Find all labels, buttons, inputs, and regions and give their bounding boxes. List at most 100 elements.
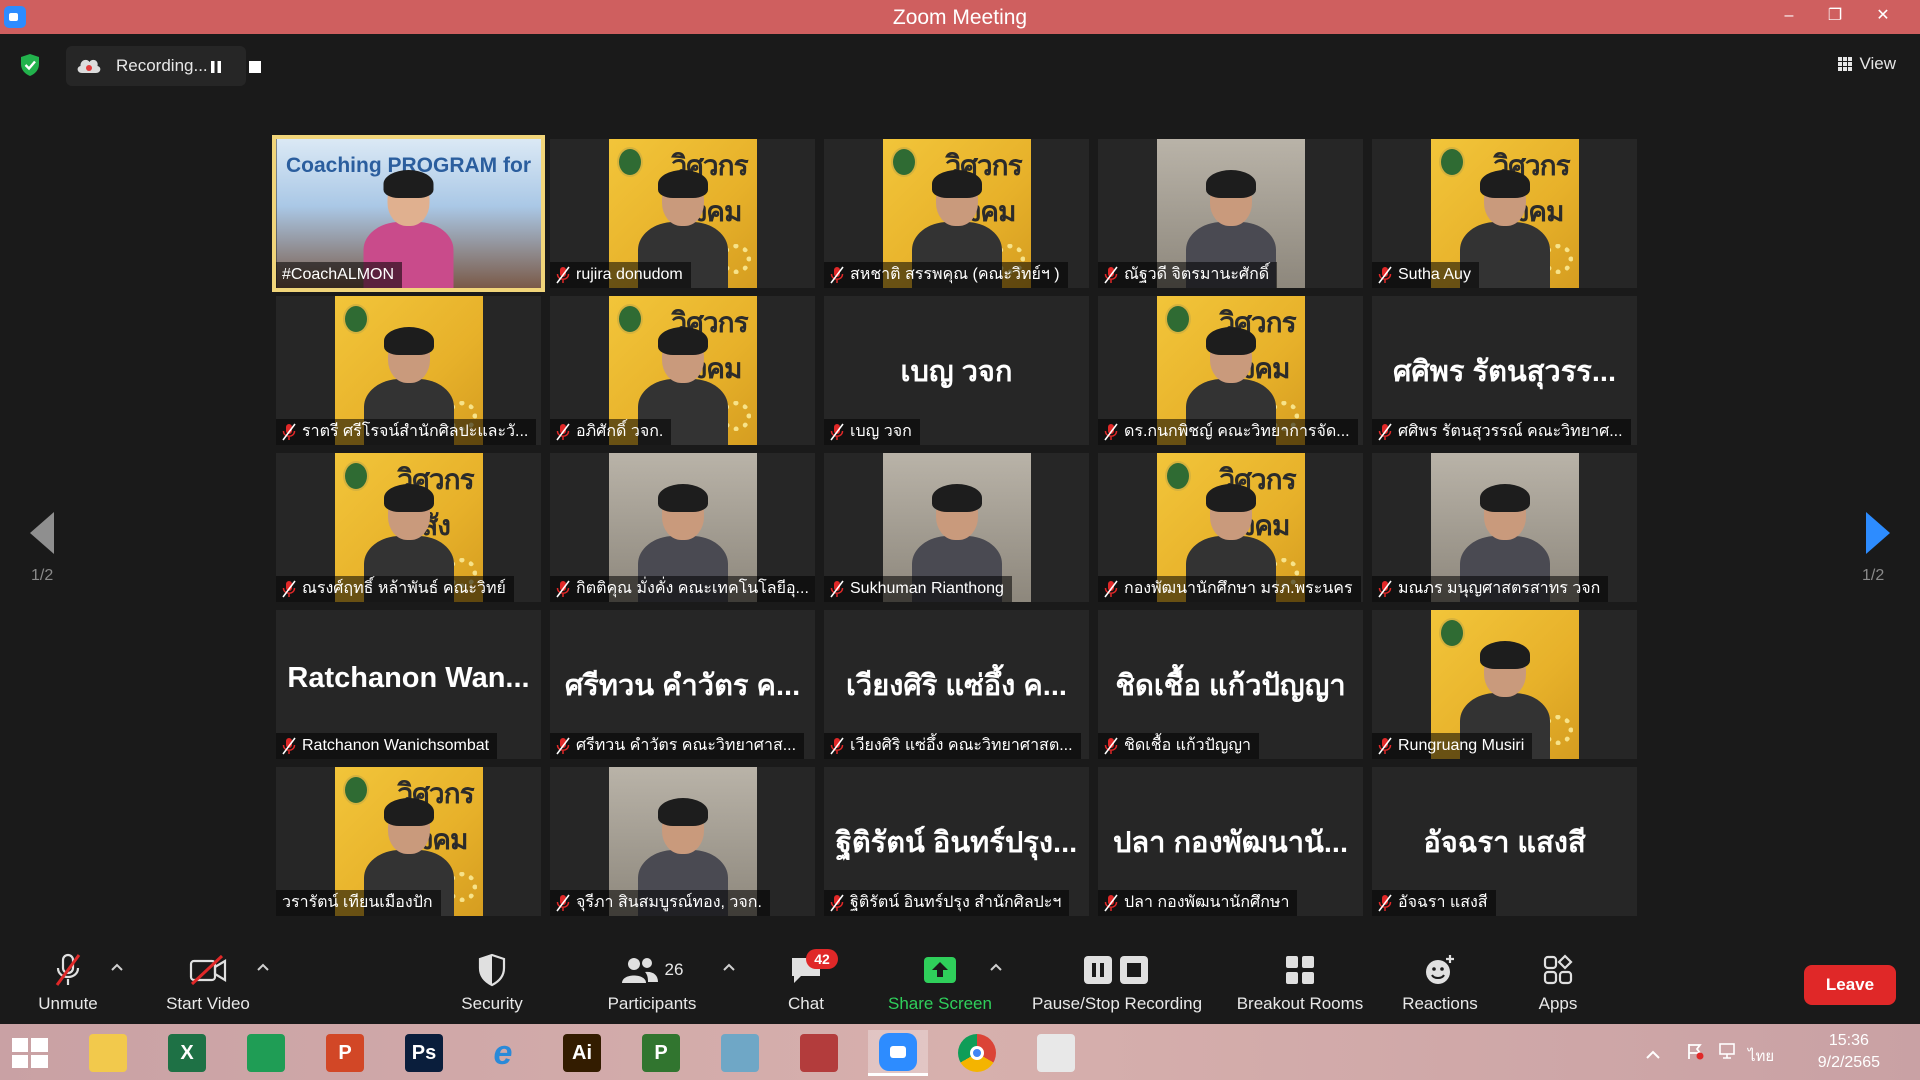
pause-stop-recording-label: Pause/Stop Recording bbox=[1031, 994, 1203, 1013]
taskbar-app-excel[interactable]: X bbox=[157, 1030, 217, 1076]
close-button[interactable]: ✕ bbox=[1860, 0, 1906, 34]
participant-tile[interactable]: วิศวกร สังคม ดร.กนกพิชญ์ คณะวิทยาการจัด..… bbox=[1098, 296, 1363, 445]
store-icon bbox=[247, 1034, 285, 1072]
participant-tile[interactable]: ศรีทวน คำวัตร ค... ศรีทวน คำวัตร คณะวิทยา… bbox=[550, 610, 815, 759]
share-screen-label: Share Screen bbox=[888, 994, 992, 1013]
taskbar-app-illustrator[interactable]: Ai bbox=[552, 1030, 612, 1076]
encryption-shield-icon[interactable] bbox=[19, 53, 41, 77]
muted-mic-icon bbox=[556, 737, 570, 755]
participant-display-name: Ratchanon Wan... bbox=[287, 662, 530, 694]
participant-tile[interactable]: มณภร มนุญศาสตรสาทร วจก bbox=[1372, 453, 1637, 602]
reactions-button[interactable]: Reactions bbox=[1398, 952, 1482, 1020]
taskbar-app-project[interactable]: P bbox=[631, 1030, 691, 1076]
participant-tile[interactable]: ราตรี ศรีโรจน์สำนักศิลปะและวั... bbox=[276, 296, 541, 445]
participant-tile[interactable]: Rungruang Musiri bbox=[1372, 610, 1637, 759]
participant-tile[interactable]: วิศวกร สังคม สหชาติ สรรพคุณ (คณะวิทย์ฯ ) bbox=[824, 139, 1089, 288]
participant-name: เบญ วจก bbox=[850, 423, 912, 440]
previous-page-arrow-icon[interactable] bbox=[26, 508, 58, 558]
taskbar-app-powerpoint[interactable]: P bbox=[315, 1030, 375, 1076]
restore-button[interactable]: ❐ bbox=[1812, 0, 1858, 34]
windows-start-icon[interactable] bbox=[10, 1036, 50, 1070]
participant-tile[interactable]: ปลา กองพัฒนานั... ปลา กองพัฒนานักศึกษา bbox=[1098, 767, 1363, 916]
participant-tile[interactable]: เบญ วจก เบญ วจก bbox=[824, 296, 1089, 445]
participant-name: สหชาติ สรรพคุณ (คณะวิทย์ฯ ) bbox=[850, 266, 1060, 283]
participant-tile[interactable]: วิศวกร สังคม Sutha Auy bbox=[1372, 139, 1637, 288]
participants-button[interactable]: 26 Participants bbox=[592, 952, 712, 1020]
participant-name: #CoachALMON bbox=[282, 266, 395, 283]
taskbar-app-photoshop[interactable]: Ps bbox=[394, 1030, 454, 1076]
participant-name: กิตติคุณ มั่งคั่ง คณะเทคโนโลยีอุ... bbox=[576, 580, 809, 597]
start-video-button[interactable]: Start Video bbox=[158, 952, 258, 1020]
participant-name-label: กิตติคุณ มั่งคั่ง คณะเทคโนโลยีอุ... bbox=[550, 576, 815, 602]
security-label: Security bbox=[461, 994, 523, 1013]
taskbar-app-photoscape[interactable] bbox=[789, 1030, 849, 1076]
participant-name-label: กองพัฒนานักศึกษา มรภ.พระนคร bbox=[1098, 576, 1361, 602]
unmute-button[interactable]: Unmute bbox=[28, 952, 108, 1020]
breakout-rooms-label: Breakout Rooms bbox=[1236, 994, 1364, 1013]
participant-tile[interactable]: Ratchanon Wan... Ratchanon Wanichsombat bbox=[276, 610, 541, 759]
participant-tile[interactable]: จุรีภา สินสมบูรณ์ทอง, วจก. bbox=[550, 767, 815, 916]
start-video-label: Start Video bbox=[166, 994, 250, 1013]
chat-button[interactable]: 42 Chat bbox=[776, 949, 838, 1020]
participant-display-name: ฐิติรัตน์ อินทร์ปรุง... bbox=[835, 827, 1078, 859]
participant-name-label: Ratchanon Wanichsombat bbox=[276, 733, 498, 759]
participant-tile[interactable]: วิศวกร สังคม rujira donudom bbox=[550, 139, 815, 288]
recording-indicator: Recording... bbox=[66, 46, 261, 86]
participant-name-label: rujira donudom bbox=[550, 262, 691, 288]
participant-tile[interactable]: Sukhuman Rianthong bbox=[824, 453, 1089, 602]
participant-name: จุรีภา สินสมบูรณ์ทอง, วจก. bbox=[576, 894, 762, 911]
apps-button[interactable]: Apps bbox=[1528, 952, 1588, 1020]
security-button[interactable]: Security bbox=[452, 952, 532, 1020]
participant-tile[interactable]: ศศิพร รัตนสุวรร... ศศิพร รัตนสุวรรณ์ คณะว… bbox=[1372, 296, 1637, 445]
apps-icon bbox=[1543, 954, 1573, 985]
pause-recording-icon[interactable] bbox=[203, 54, 229, 80]
video-options-caret-icon[interactable] bbox=[257, 962, 269, 972]
muted-mic-icon bbox=[556, 894, 570, 912]
next-page-arrow-icon[interactable] bbox=[1862, 508, 1894, 558]
leave-button[interactable]: Leave bbox=[1804, 965, 1896, 1005]
taskbar-app-notes[interactable] bbox=[710, 1030, 770, 1076]
taskbar-app-photos[interactable] bbox=[1026, 1030, 1086, 1076]
taskbar-app-internet-explorer[interactable]: e bbox=[473, 1030, 533, 1076]
participant-name-label: เบญ วจก bbox=[824, 419, 920, 445]
breakout-rooms-button[interactable]: Breakout Rooms bbox=[1228, 952, 1372, 1020]
participant-tile[interactable]: วิศวกร สัง ณรงศ์ฤทธิ์ หล้าพันธ์ คณะวิทย์ bbox=[276, 453, 541, 602]
pause-stop-recording-button[interactable]: Pause/Stop Recording bbox=[1022, 952, 1212, 1020]
participant-name: ณรงศ์ฤทธิ์ หล้าพันธ์ คณะวิทย์ bbox=[302, 580, 506, 597]
muted-mic-icon bbox=[830, 737, 844, 755]
participant-name-label: Sukhuman Rianthong bbox=[824, 576, 1012, 602]
participant-tile[interactable]: วิศวกร สังคม กองพัฒนานักศึกษา มรภ.พระนคร bbox=[1098, 453, 1363, 602]
taskbar-app-file-explorer[interactable] bbox=[78, 1030, 138, 1076]
participant-name-label: วรารัตน์ เทียนเมืองปัก bbox=[276, 890, 441, 916]
participant-tile[interactable]: วิศวกร สังคม อภิศักดิ์ วจก. bbox=[550, 296, 815, 445]
show-hidden-icons-icon[interactable] bbox=[1644, 1046, 1662, 1064]
participant-tile[interactable]: เวียงศิริ แซ่อึ้ง ค... เวียงศิริ แซ่อึ้ง … bbox=[824, 610, 1089, 759]
participant-tile[interactable]: ชิดเชื้อ แก้วปัญญา ชิดเชื้อ แก้วปัญญา bbox=[1098, 610, 1363, 759]
share-options-caret-icon[interactable] bbox=[990, 962, 1002, 972]
taskbar-app-store[interactable] bbox=[236, 1030, 296, 1076]
stop-recording-icon[interactable] bbox=[242, 54, 268, 80]
participant-tile[interactable]: Coaching PROGRAM for #CoachALMON bbox=[272, 135, 545, 292]
window-title-bar: Zoom Meeting – ❐ ✕ bbox=[0, 0, 1920, 34]
participant-tile[interactable]: อัจฉรา แสงสี อัจฉรา แสงสี bbox=[1372, 767, 1637, 916]
participant-tile[interactable]: กิตติคุณ มั่งคั่ง คณะเทคโนโลยีอุ... bbox=[550, 453, 815, 602]
grid-view-icon bbox=[1838, 57, 1853, 71]
participant-tile[interactable]: ฐิติรัตน์ อินทร์ปรุง... ฐิติรัตน์ อินทร์ป… bbox=[824, 767, 1089, 916]
participants-caret-icon[interactable] bbox=[723, 962, 735, 972]
participant-name: วรารัตน์ เทียนเมืองปัก bbox=[282, 894, 433, 911]
network-icon[interactable] bbox=[1718, 1042, 1736, 1060]
muted-mic-icon bbox=[1378, 266, 1392, 284]
audio-options-caret-icon[interactable] bbox=[111, 962, 123, 972]
participant-tile[interactable]: วิศวกร สังคม วรารัตน์ เทียนเมืองปัก bbox=[276, 767, 541, 916]
taskbar-clock[interactable]: 15:36 9/2/2565 bbox=[1818, 1030, 1880, 1074]
share-screen-button[interactable]: Share Screen bbox=[880, 952, 1000, 1020]
taskbar-app-chrome[interactable] bbox=[947, 1030, 1007, 1076]
view-button[interactable]: View bbox=[1838, 50, 1896, 78]
participant-display-name: ศรีทวน คำวัตร ค... bbox=[564, 670, 801, 702]
action-center-flag-icon[interactable] bbox=[1686, 1042, 1704, 1060]
minimize-button[interactable]: – bbox=[1766, 0, 1812, 34]
input-language[interactable]: ไทย bbox=[1748, 1044, 1774, 1068]
view-label: View bbox=[1859, 54, 1896, 73]
participant-tile[interactable]: ณัฐวดี จิตรมานะศักดิ์ bbox=[1098, 139, 1363, 288]
taskbar-app-zoom[interactable] bbox=[868, 1030, 928, 1076]
